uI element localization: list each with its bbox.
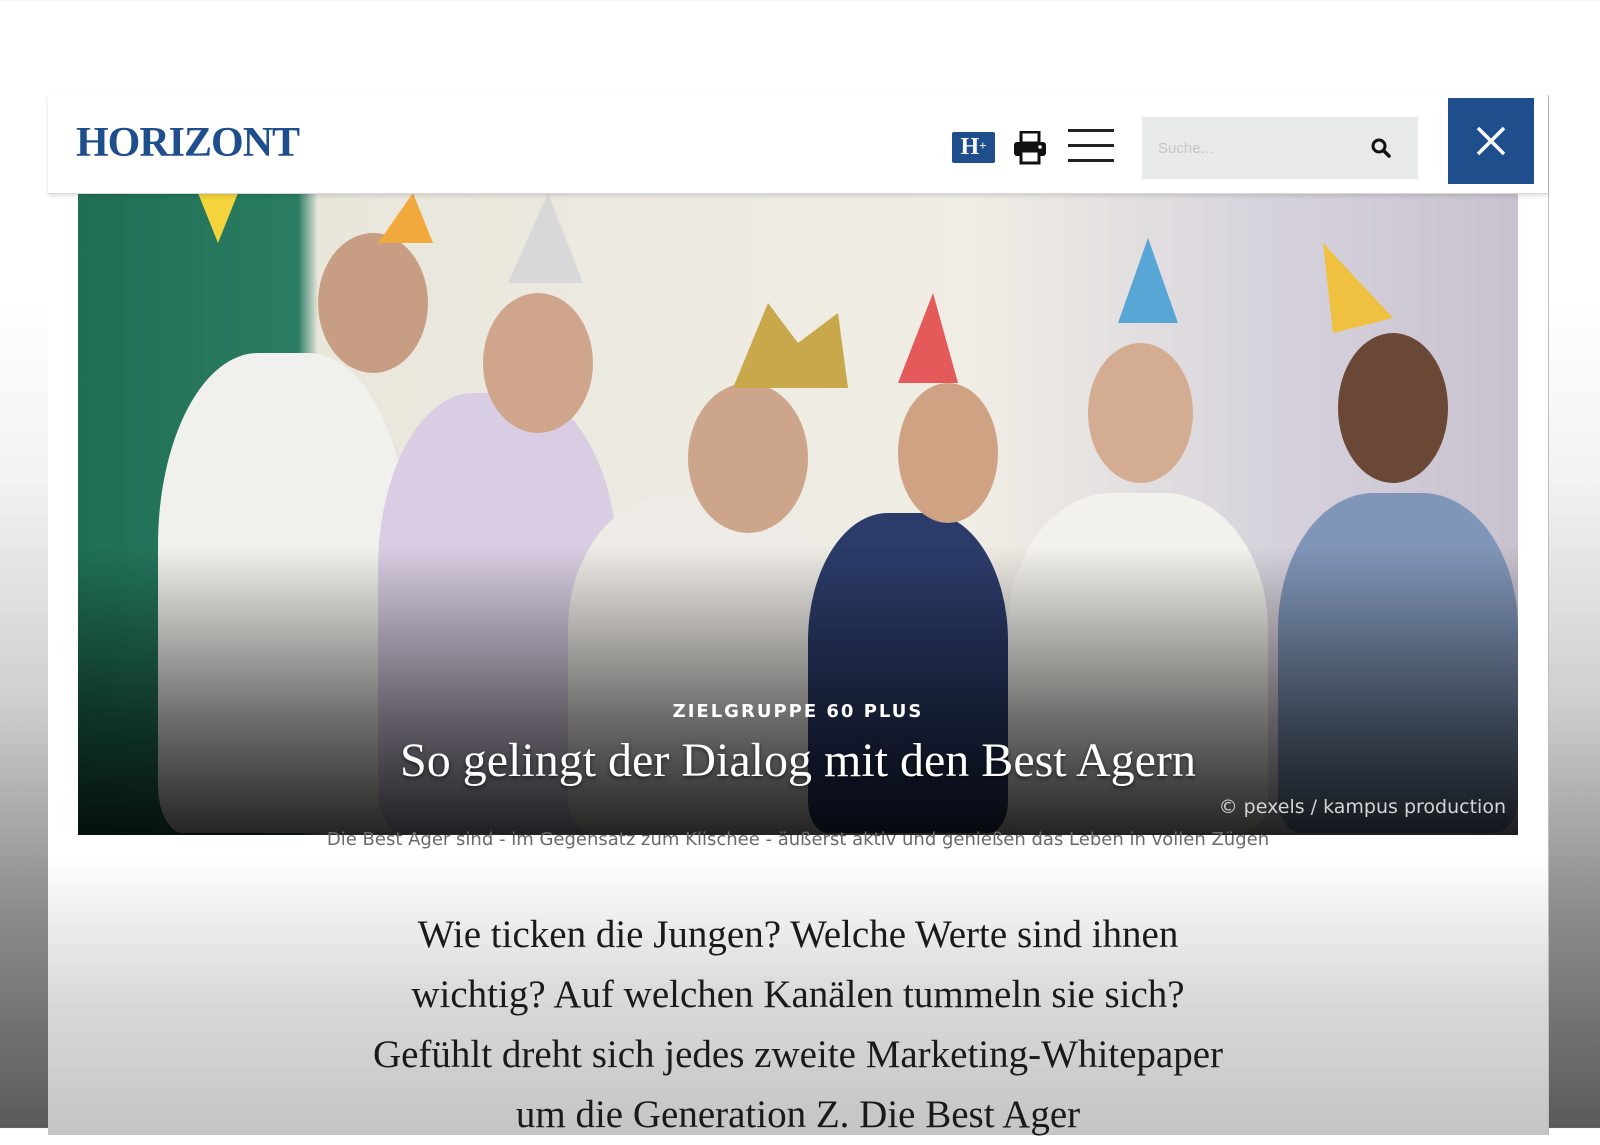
article-kicker: ZIELGRUPPE 60 PLUS [672, 701, 924, 722]
search-bar [1142, 117, 1418, 179]
print-icon[interactable] [1012, 131, 1048, 165]
site-header: HORIZONT H+ [48, 95, 1548, 194]
search-icon[interactable] [1370, 137, 1392, 159]
photo-credit: © pexels / kampus production [1218, 796, 1506, 818]
hplus-button[interactable]: H+ [952, 132, 995, 163]
horizont-logo[interactable]: HORIZONT [76, 119, 300, 167]
close-icon [1476, 126, 1506, 156]
article-intro: Wie ticken die Jungen? Welche Werte sind… [372, 913, 1224, 1136]
hero-image[interactable]: ZIELGRUPPE 60 PLUS So gelingt der Dialog… [78, 193, 1518, 835]
close-button[interactable] [1448, 98, 1534, 184]
article-overlay: HORIZONT H+ Suche... ZIELGRUPPE 60 PLUS … [48, 95, 1549, 1136]
article-headline: So gelingt der Dialog mit den Best Agern [400, 734, 1196, 787]
hplus-label: H [960, 134, 980, 160]
search-input[interactable] [1142, 117, 1378, 179]
hamburger-menu-icon[interactable] [1068, 129, 1114, 165]
hplus-sup: + [979, 138, 987, 153]
image-caption: Die Best Ager sind - im Gegensatz zum Kl… [326, 829, 1270, 850]
